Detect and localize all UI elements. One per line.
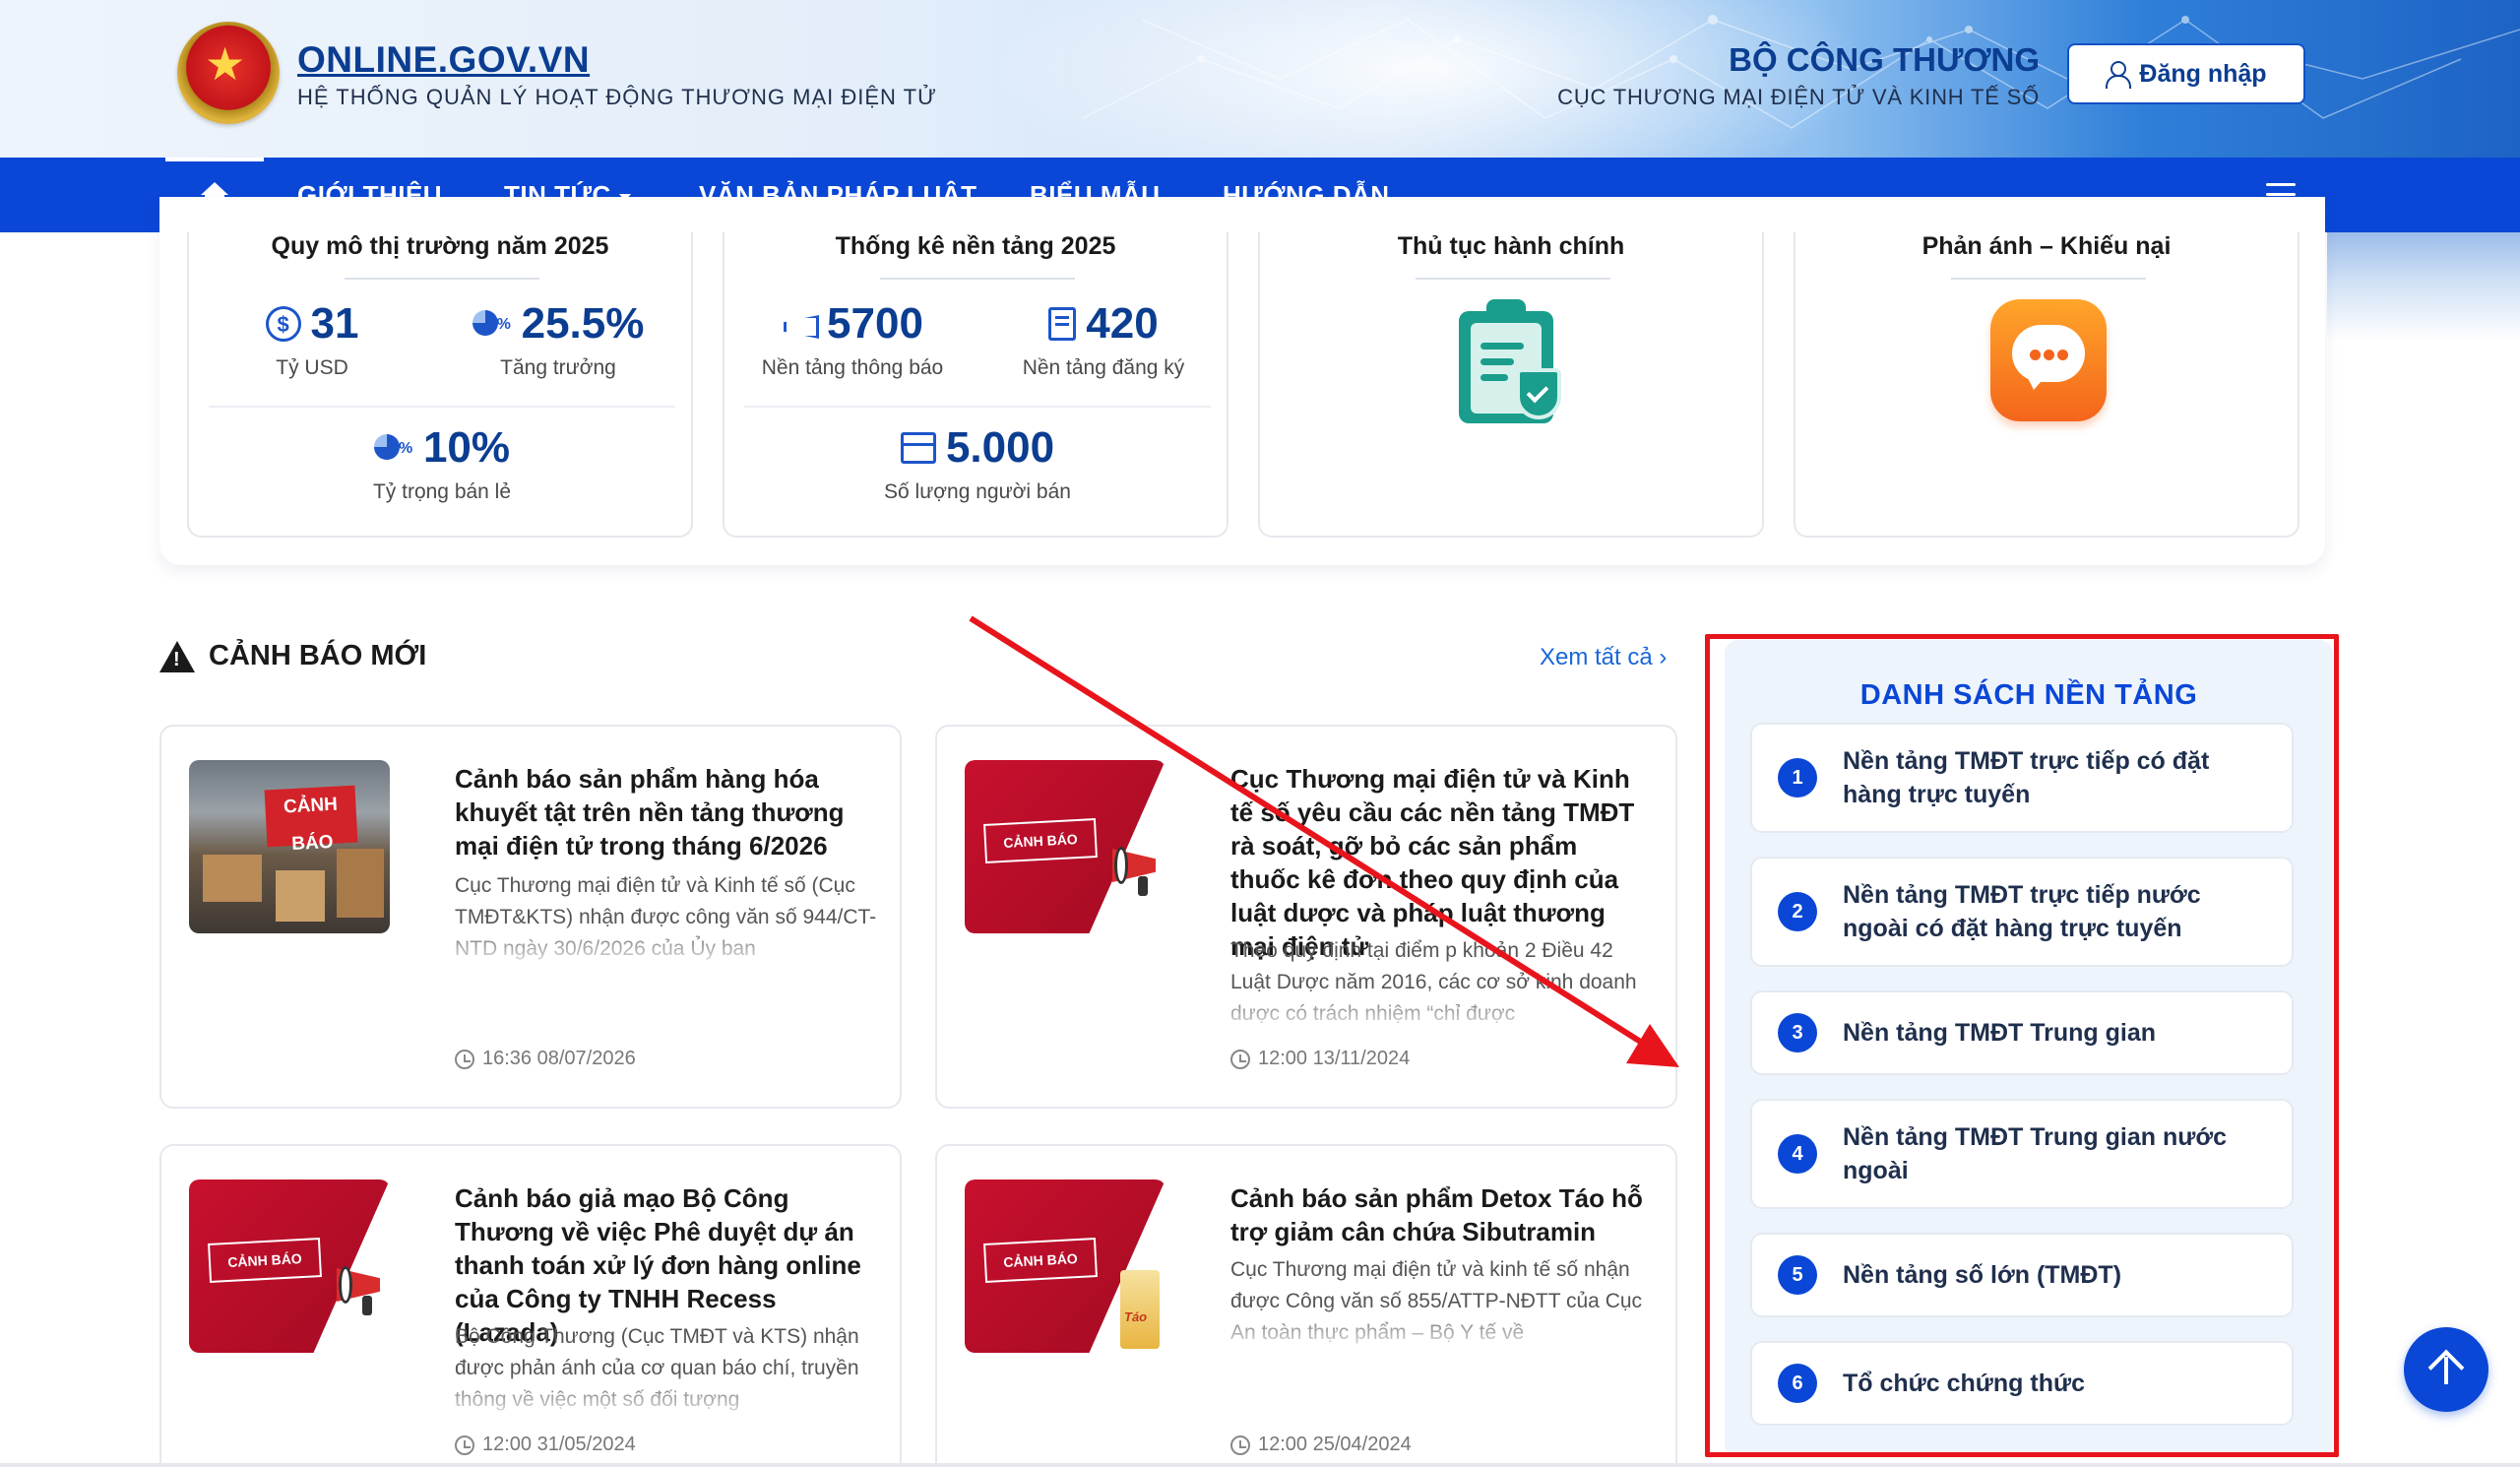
news-title[interactable]: Cục Thương mại điện tử và Kinh tế số yêu…	[1230, 762, 1654, 961]
stat-registered: 420 Nền tảng đăng ký	[1000, 299, 1207, 380]
megaphone-icon	[337, 1258, 390, 1317]
news-card[interactable]: CẢNH BÁO Cảnh báo sản phẩm hàng hóa khuy…	[159, 725, 902, 1109]
news-image-warehouse: CẢNH BÁO	[189, 760, 390, 933]
card-title: Quy mô thị trường năm 2025	[271, 232, 609, 260]
news-excerpt: Cục Thương mại điện tử và kinh tế số nhậ…	[1230, 1258, 1643, 1344]
document-icon	[1048, 307, 1077, 341]
scroll-to-top-button[interactable]	[2404, 1327, 2488, 1412]
time-text: 12:00 13/11/2024	[1258, 1048, 1411, 1069]
bottom-edge	[0, 1463, 2520, 1467]
alerts-title: CẢNH BÁO MỚI	[209, 640, 427, 671]
card-feedback[interactable]: Phản ánh – Khiếu nại	[1794, 232, 2300, 538]
news-excerpt: Bộ Công Thương (Cục TMĐT và KTS) nhận đư…	[455, 1325, 859, 1411]
site-title[interactable]: ONLINE.GOV.VN	[297, 39, 590, 81]
image-caption: CẢNH BÁO	[983, 1238, 1098, 1283]
city-background-decoration	[2327, 232, 2520, 341]
clock-icon	[455, 1049, 474, 1069]
site-subtitle: HỆ THỐNG QUẢN LÝ HOẠT ĐỘNG THƯƠNG MẠI ĐI…	[297, 85, 937, 109]
department-name: CỤC THƯƠNG MẠI ĐIỆN TỬ VÀ KINH TẾ SỐ	[1557, 85, 2040, 109]
time-text: 12:00 31/05/2024	[482, 1434, 636, 1455]
stat-value: 5700	[827, 299, 923, 348]
title-underline	[1951, 278, 2146, 280]
card-title: Thống kê nền tảng 2025	[835, 232, 1116, 260]
divider	[209, 406, 675, 408]
stat-growth: % 25.5% Tăng trưởng	[465, 299, 652, 380]
news-title[interactable]: Cảnh báo sản phẩm hàng hóa khuyết tật tr…	[455, 762, 878, 862]
stat-retail-share: % 10% Tỷ trọng bán lẻ	[337, 423, 547, 504]
stat-value: 10%	[422, 423, 511, 472]
news-image-warning: CẢNH BÁO Táo	[965, 1180, 1166, 1353]
news-timestamp: 16:36 08/07/2026	[455, 1048, 636, 1070]
news-excerpt: Cục Thương mại điện tử và Kinh tế số (Cụ…	[455, 874, 877, 960]
user-icon	[2106, 61, 2132, 89]
nav-active-indicator	[165, 158, 264, 161]
card-title: Phản ánh – Khiếu nại	[1922, 232, 2172, 260]
login-label: Đăng nhập	[2139, 59, 2267, 88]
news-timestamp: 12:00 31/05/2024	[455, 1434, 636, 1456]
card-market-size: Quy mô thị trường năm 2025 31 Tỷ USD % 25…	[187, 232, 693, 538]
stat-value: 5.000	[945, 423, 1055, 472]
megaphone-icon	[1112, 839, 1166, 898]
clock-icon	[1230, 1435, 1250, 1455]
card-title: Thủ tục hành chính	[1397, 232, 1625, 260]
stat-notified: 5700 Nền tảng thông báo	[744, 299, 961, 380]
pie-percent-icon: %	[373, 432, 413, 464]
megaphone-icon	[782, 309, 817, 339]
clock-icon	[455, 1435, 474, 1455]
globe-dollar-icon	[265, 306, 301, 342]
stat-label: Tỷ trọng bán lẻ	[372, 480, 512, 503]
clock-icon	[1230, 1049, 1250, 1069]
news-timestamp: 12:00 13/11/2024	[1230, 1048, 1410, 1070]
alerts-heading: CẢNH BÁO MỚI	[159, 640, 426, 672]
stat-label: Nền tảng đăng ký	[1022, 356, 1185, 379]
news-excerpt: Theo quy định tại điểm p khoản 2 Điều 42…	[1230, 939, 1637, 1025]
login-button[interactable]: Đăng nhập	[2067, 43, 2305, 104]
image-caption: CẢNH BÁO	[208, 1238, 322, 1283]
stat-label: Tăng trưởng	[500, 356, 616, 379]
highlight-frame	[1705, 634, 2339, 1457]
time-text: 16:36 08/07/2026	[482, 1048, 636, 1069]
title-underline	[880, 278, 1075, 280]
news-image-warning: CẢNH BÁO	[965, 760, 1166, 933]
product-label: Táo	[1124, 1309, 1148, 1324]
stat-value: 420	[1086, 299, 1159, 348]
news-title[interactable]: Cảnh báo sản phẩm Detox Táo hỗ trợ giảm …	[1230, 1181, 1654, 1248]
divider	[744, 406, 1211, 408]
stat-label: Số lượng người bán	[884, 480, 1071, 503]
card-admin-procedures[interactable]: Thủ tục hành chính	[1258, 232, 1764, 538]
product-package-image: Táo	[1120, 1270, 1160, 1349]
time-text: 12:00 25/04/2024	[1258, 1434, 1412, 1455]
national-emblem-logo[interactable]: ★	[177, 22, 280, 124]
stat-label: Nền tảng thông báo	[761, 356, 944, 379]
clipboard-shield-icon	[1459, 299, 1561, 423]
warning-icon	[159, 640, 195, 672]
site-header: ★ ONLINE.GOV.VN HỆ THỐNG QUẢN LÝ HOẠT ĐỘ…	[0, 0, 2520, 158]
card-platform-stats: Thống kê nền tảng 2025 5700 Nền tảng thô…	[723, 232, 1228, 538]
ministry-name: BỘ CÔNG THƯƠNG	[1729, 41, 2040, 78]
news-timestamp: 12:00 25/04/2024	[1230, 1434, 1412, 1456]
news-card[interactable]: CẢNH BÁO Cục Thương mại điện tử và Kinh …	[935, 725, 1677, 1109]
news-card[interactable]: CẢNH BÁO Cảnh báo giả mạo Bộ Công Thương…	[159, 1144, 902, 1467]
store-icon	[900, 432, 936, 464]
star-icon: ★	[205, 38, 246, 90]
title-underline	[345, 278, 539, 280]
growth-chart-icon: %	[472, 308, 512, 340]
view-all-link[interactable]: Xem tất cả ›	[1540, 644, 1667, 671]
news-image-warning: CẢNH BÁO	[189, 1180, 390, 1353]
stat-value: 25.5%	[521, 299, 645, 348]
chat-bubble-icon	[1990, 299, 2107, 421]
stat-usd: 31 Tỷ USD	[248, 299, 376, 380]
news-card[interactable]: CẢNH BÁO Táo Cảnh báo sản phẩm Detox Táo…	[935, 1144, 1677, 1467]
title-underline	[1416, 278, 1610, 280]
image-caption: CẢNH BÁO	[983, 818, 1098, 863]
stat-value: 31	[310, 299, 359, 348]
stat-sellers: 5.000 Số lượng người bán	[854, 423, 1101, 504]
image-caption: CẢNH BÁO	[283, 794, 339, 856]
stat-label: Tỷ USD	[276, 356, 348, 379]
